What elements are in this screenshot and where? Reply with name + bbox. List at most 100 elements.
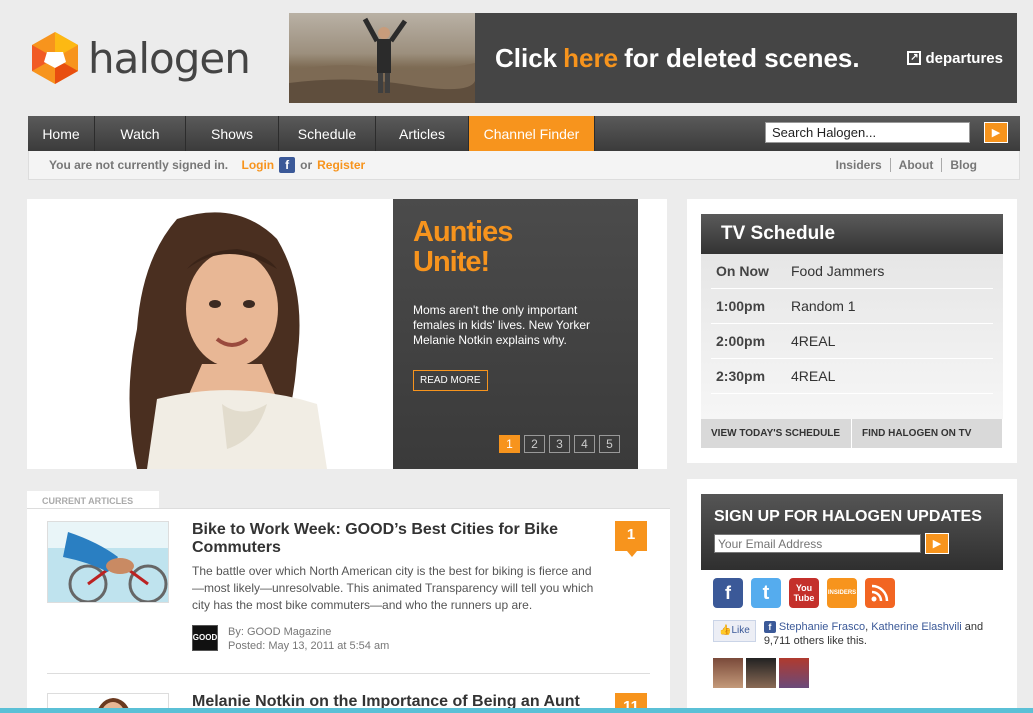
banner-photo [289,13,475,103]
arrow-box-icon: ↗ [907,51,922,65]
like-label: Like [731,625,750,636]
twitter-icon[interactable]: t [751,578,781,608]
signup-submit-button[interactable]: ▶ [925,533,949,554]
search-submit-button[interactable]: ▶ [984,122,1008,143]
and-text: and [964,621,984,633]
facebook-icon[interactable]: f [279,157,296,173]
signup-widget: SIGN UP FOR HALOGEN UPDATES ▶ f t YouTub… [687,479,1017,713]
tv-schedule-footer: VIEW TODAY'S SCHEDULE FIND HALOGEN ON TV [701,419,1003,448]
schedule-show: 4REAL [791,333,836,349]
departures-banner-ad[interactable]: Click here for deleted scenes. ↗ departu… [289,13,1017,103]
comment-count-badge[interactable]: 1 [615,521,647,557]
avatar[interactable] [713,658,743,688]
nav-articles[interactable]: Articles [376,116,469,151]
nav-home[interactable]: Home [28,116,95,151]
schedule-show: Random 1 [791,298,856,314]
carousel-page-3[interactable]: 3 [549,435,570,453]
avatar[interactable] [746,658,776,688]
carousel-page-2[interactable]: 2 [524,435,545,453]
page-bottom-strip [0,708,1033,713]
login-link[interactable]: Login [241,158,274,172]
hero-title-line2: Unite! [413,246,490,278]
find-halogen-on-tv-link[interactable]: FIND HALOGEN ON TV [852,419,1003,448]
article-thumbnail[interactable] [47,521,169,603]
facebook-like-button[interactable]: 👍Like [713,620,756,642]
view-todays-schedule-link[interactable]: VIEW TODAY'S SCHEDULE [701,419,852,448]
signin-status: You are not currently signed in. Login f… [49,157,365,173]
nav-watch[interactable]: Watch [95,116,186,151]
halogen-logo[interactable]: halogen [28,30,251,86]
email-field[interactable] [714,534,921,553]
article-author: By: GOOD Magazine [228,626,332,638]
insiders-icon[interactable]: INSIDERS [827,578,857,608]
article-meta: GOOD By: GOOD Magazine Posted: May 13, 2… [192,625,389,653]
register-link[interactable]: Register [317,158,365,172]
article-divider [47,673,650,674]
schedule-time: 2:30pm [716,368,766,384]
article-posted-date: Posted: May 13, 2011 at 5:54 am [228,640,390,652]
banner-text-after: for deleted scenes. [624,42,860,73]
current-articles: Bike to Work Week: GOOD’s Best Cities fo… [27,508,670,713]
good-magazine-logo: GOOD [192,625,218,651]
nav-schedule[interactable]: Schedule [279,116,376,151]
search-input[interactable] [765,122,970,143]
about-link[interactable]: About [889,158,942,172]
facebook-icon[interactable]: f [713,578,743,608]
carousel-page-4[interactable]: 4 [574,435,595,453]
insiders-link[interactable]: Insiders [828,158,890,172]
carousel-page-1[interactable]: 1 [499,435,520,453]
schedule-show: Food Jammers [791,263,885,279]
banner-headline: Click here for deleted scenes. [475,13,907,103]
avatar[interactable] [779,658,809,688]
or-text: or [300,158,313,172]
featured-carousel: Aunties Unite! Moms aren't the only impo… [27,199,667,469]
liker-name[interactable]: Stephanie Frasco [779,621,865,633]
search-area: ▶ [765,122,1008,143]
signup-title: SIGN UP FOR HALOGEN UPDATES [714,508,982,525]
schedule-time: 2:00pm [716,333,766,349]
nav-shows[interactable]: Shows [186,116,279,151]
article-description: The battle over which North American cit… [192,564,594,612]
arrow-right-icon: ▶ [991,127,1001,139]
hero-image[interactable] [27,199,393,469]
hero-description: Moms aren't the only important females i… [413,303,591,347]
liker-name[interactable]: Katherine Elashvili [871,621,962,633]
article-item: Bike to Work Week: GOOD’s Best Cities fo… [47,521,647,671]
schedule-row[interactable]: 2:00pm 4REAL [711,324,993,359]
youtube-icon[interactable]: You Tube [789,578,819,608]
account-bar: You are not currently signed in. Login f… [28,151,1020,180]
read-more-button[interactable]: READ MORE [413,370,488,391]
current-articles-tab[interactable]: CURRENT ARTICLES [27,491,159,509]
signin-status-text: You are not currently signed in. [49,158,229,172]
signup-form: ▶ [714,533,990,554]
tv-schedule-widget: TV Schedule On Now Food Jammers 1:00pm R… [687,199,1017,463]
banner-text-before: Click [495,42,558,73]
like-count-text: 9,711 others like this. [763,635,867,647]
schedule-show: 4REAL [791,368,836,384]
arrow-right-icon: ▶ [932,538,942,550]
utility-links: Insiders About Blog [828,158,985,172]
signup-header: SIGN UP FOR HALOGEN UPDATES ▶ [701,494,1003,570]
main-nav: Home Watch Shows Schedule Articles Chann… [28,116,1020,151]
liker-faces [701,658,1003,688]
nav-channel-finder[interactable]: Channel Finder [469,116,595,151]
social-links: f t You Tube INSIDERS [701,578,1003,608]
carousel-pager: 1 2 3 4 5 [499,435,620,453]
hero-title-line1: Aunties [413,216,513,248]
carousel-page-5[interactable]: 5 [599,435,620,453]
schedule-row[interactable]: On Now Food Jammers [711,254,993,289]
rss-icon[interactable] [865,578,895,608]
schedule-time: On Now [716,263,769,279]
article-title[interactable]: Bike to Work Week: GOOD’s Best Cities fo… [192,521,592,557]
hero-title[interactable]: Aunties Unite! [413,217,618,277]
departures-brand: ↗ departures [907,13,1017,103]
thumbs-up-icon: 👍 [719,625,732,636]
halogen-logo-icon [28,30,82,86]
tv-schedule-title: TV Schedule [701,214,1003,254]
schedule-row[interactable]: 2:30pm 4REAL [711,359,993,394]
logo-text: halogen [88,33,251,83]
banner-text-highlight[interactable]: here [563,43,618,74]
hero-info-panel: Aunties Unite! Moms aren't the only impo… [393,199,638,469]
blog-link[interactable]: Blog [941,158,985,172]
schedule-row[interactable]: 1:00pm Random 1 [711,289,993,324]
